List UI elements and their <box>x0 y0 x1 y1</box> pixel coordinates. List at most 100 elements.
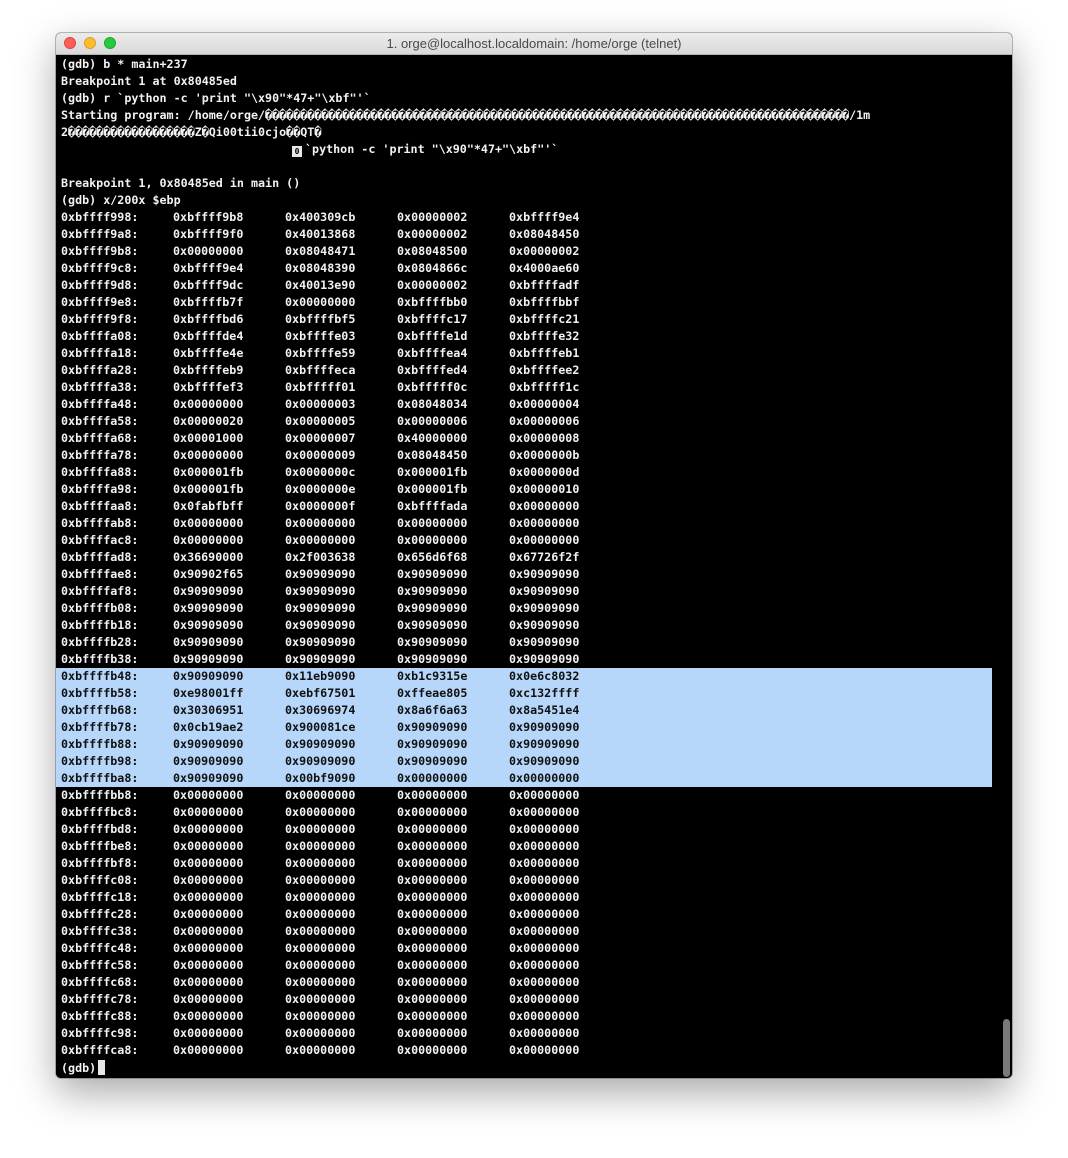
memory-address: 0xbffffa08: <box>61 329 139 343</box>
memory-word: 0x90909090 <box>397 737 468 751</box>
memory-address: 0xbffffa58: <box>61 414 139 428</box>
memory-word: 0x00000000 <box>509 924 580 938</box>
output-line: (gdb) b * main+237 <box>61 57 188 71</box>
memory-word: 0x00000000 <box>509 1043 580 1057</box>
memory-word: 0x00bf9090 <box>285 771 356 785</box>
memory-word: 0x00000000 <box>509 1009 580 1023</box>
memory-row-selected: 0xbffffb78: 0x0cb19ae2 0x900081ce 0x9090909… <box>56 719 992 736</box>
memory-word: 0x900081ce <box>285 720 356 734</box>
memory-row: 0xbffff9f8: 0xbffffbd6 0xbffffbf5 0xbffffc1… <box>56 311 992 328</box>
memory-word: 0x00000000 <box>397 924 468 938</box>
memory-row-selected: 0xbffffb98: 0x90909090 0x90909090 0x9090909… <box>56 753 992 770</box>
memory-row: 0xbffffc78: 0x00000000 0x00000000 0x0000000… <box>56 991 992 1008</box>
memory-word: 0x90909090 <box>285 601 356 615</box>
memory-address: 0xbffffb08: <box>61 601 139 615</box>
memory-word: 0x00000000 <box>397 839 468 853</box>
memory-address: 0xbffffca8: <box>61 1043 139 1057</box>
memory-word: 0xbfffff01 <box>285 380 356 394</box>
memory-word: 0x90909090 <box>509 754 580 768</box>
memory-word: 0x00000000 <box>173 839 244 853</box>
memory-word: 0x90909090 <box>285 618 356 632</box>
memory-word: 0x00000000 <box>285 1026 356 1040</box>
memory-word: 0x00000000 <box>397 975 468 989</box>
memory-word: 0x0000000d <box>509 465 580 479</box>
memory-row: 0xbffffab8: 0x00000000 0x00000000 0x0000000… <box>56 515 992 532</box>
memory-word: 0xbffffbd6 <box>173 312 244 326</box>
scrollbar-thumb[interactable] <box>1003 1019 1010 1077</box>
memory-word: 0xbffffe1d <box>397 329 468 343</box>
memory-word: 0xbffff9e4 <box>509 210 580 224</box>
memory-word: 0xbffffeb9 <box>173 363 244 377</box>
memory-word: 0x00000000 <box>397 856 468 870</box>
memory-word: 0x90909090 <box>509 720 580 734</box>
memory-address: 0xbffffbd8: <box>61 822 139 836</box>
memory-address: 0xbffffc78: <box>61 992 139 1006</box>
memory-word: 0x00000000 <box>509 499 580 513</box>
memory-word: 0xbffffde4 <box>173 329 244 343</box>
memory-word: 0x00000000 <box>509 1026 580 1040</box>
memory-address: 0xbffffbc8: <box>61 805 139 819</box>
gdb-prompt: (gdb) <box>61 1061 97 1075</box>
memory-row: 0xbffffc28: 0x00000000 0x00000000 0x0000000… <box>56 906 992 923</box>
memory-word: 0x00000000 <box>173 244 244 258</box>
memory-word: 0x90902f65 <box>173 567 244 581</box>
memory-word: 0xbffffbf5 <box>285 312 356 326</box>
memory-address: 0xbffff998: <box>61 210 139 224</box>
memory-row: 0xbffffae8: 0x90902f65 0x90909090 0x9090909… <box>56 566 992 583</box>
memory-row: 0xbffffc38: 0x00000000 0x00000000 0x0000000… <box>56 923 992 940</box>
memory-row: 0xbffffc98: 0x00000000 0x00000000 0x0000000… <box>56 1025 992 1042</box>
memory-word: 0xbffffee2 <box>509 363 580 377</box>
memory-word: 0x00000000 <box>397 788 468 802</box>
memory-word: 0x90909090 <box>173 771 244 785</box>
memory-row: 0xbffffa88: 0x000001fb 0x0000000c 0x000001f… <box>56 464 992 481</box>
memory-word: 0x90909090 <box>173 618 244 632</box>
memory-word: 0x00000000 <box>509 890 580 904</box>
memory-word: 0xbffffadf <box>509 278 580 292</box>
memory-word: 0x00000000 <box>285 788 356 802</box>
memory-word: 0xbffffe4e <box>173 346 244 360</box>
memory-word: 0x00000000 <box>397 533 468 547</box>
memory-word: 0x00000000 <box>285 805 356 819</box>
memory-row: 0xbffff998: 0xbffff9b8 0x400309cb 0x0000000… <box>56 209 992 226</box>
memory-word: 0x40013e90 <box>285 278 356 292</box>
memory-word: 0xbffffef3 <box>173 380 244 394</box>
memory-address: 0xbffff9a8: <box>61 227 139 241</box>
memory-word: 0x00000000 <box>509 822 580 836</box>
memory-row: 0xbffffc88: 0x00000000 0x00000000 0x0000000… <box>56 1008 992 1025</box>
memory-address: 0xbffff9e8: <box>61 295 139 309</box>
memory-row: 0xbffffa98: 0x000001fb 0x0000000e 0x000001f… <box>56 481 992 498</box>
memory-address: 0xbffff9d8: <box>61 278 139 292</box>
memory-address: 0xbffffc68: <box>61 975 139 989</box>
memory-word: 0x67726f2f <box>509 550 580 564</box>
memory-word: 0x90909090 <box>173 584 244 598</box>
memory-word: 0x90909090 <box>285 652 356 666</box>
gdb-prompt-line[interactable]: (gdb) <box>61 1060 106 1077</box>
memory-word: 0x30306951 <box>173 703 244 717</box>
memory-word: 0x000001fb <box>173 465 244 479</box>
memory-word: 0x00000008 <box>509 431 580 445</box>
terminal-output[interactable]: (gdb) b * main+237 Breakpoint 1 at 0x804… <box>56 55 1012 1078</box>
memory-word: 0x90909090 <box>509 567 580 581</box>
memory-row: 0xbffffaf8: 0x90909090 0x90909090 0x9090909… <box>56 583 992 600</box>
memory-address: 0xbffffb38: <box>61 652 139 666</box>
memory-word: 0x0000000f <box>285 499 356 513</box>
memory-row: 0xbffffbc8: 0x00000000 0x00000000 0x0000000… <box>56 804 992 821</box>
memory-word: 0x90909090 <box>285 737 356 751</box>
memory-address: 0xbffffad8: <box>61 550 139 564</box>
memory-word: 0x000001fb <box>397 482 468 496</box>
memory-word: 0x40013868 <box>285 227 356 241</box>
memory-word: 0x0804866c <box>397 261 468 275</box>
memory-word: 0x00000000 <box>173 924 244 938</box>
memory-word: 0x0000000c <box>285 465 356 479</box>
memory-word: 0xbfffff1c <box>509 380 580 394</box>
memory-word: 0xbfffff0c <box>397 380 468 394</box>
memory-word: 0xbffffc17 <box>397 312 468 326</box>
memory-row: 0xbffffc18: 0x00000000 0x00000000 0x0000000… <box>56 889 992 906</box>
memory-word: 0x00000000 <box>397 1009 468 1023</box>
memory-word: 0x00000000 <box>173 873 244 887</box>
memory-word: 0x00000000 <box>285 958 356 972</box>
memory-word: 0x90909090 <box>509 584 580 598</box>
memory-word: 0x0fabfbff <box>173 499 244 513</box>
memory-row: 0xbffffbf8: 0x00000000 0x00000000 0x0000000… <box>56 855 992 872</box>
memory-word: 0xb1c9315e <box>397 669 468 683</box>
